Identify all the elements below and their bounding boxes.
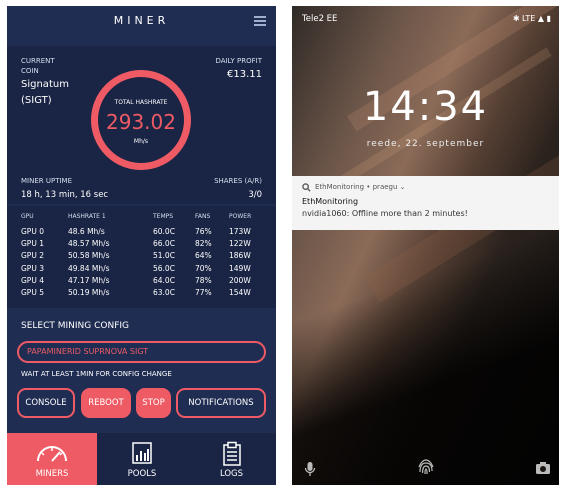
clipboard-icon — [222, 441, 241, 466]
total-hashrate-value: 293.02 — [106, 110, 176, 134]
gpu-power: 200W — [229, 275, 251, 285]
gpu-fan: 78% — [195, 275, 212, 285]
table-row: GPU 4 47.17 Mh/s 64.0C 78% 200W — [21, 275, 257, 287]
gpu-name: GPU 4 — [21, 275, 44, 285]
bar-chart-icon — [132, 442, 152, 464]
hashrate-gauge: TOTAL HASHRATE 293.02 Mh/s — [91, 70, 191, 170]
camera-icon[interactable] — [535, 461, 551, 475]
gpu-hashrate: 48.57 Mh/s — [68, 239, 110, 249]
column-header-hashrate: HASHRATE 1 — [68, 213, 106, 220]
app-title: MINER — [113, 14, 170, 27]
current-coin-label-line2: COIN — [21, 67, 39, 75]
gpu-hashrate: 50.19 Mh/s — [68, 288, 110, 298]
nav-tab-miners[interactable]: MINERS — [7, 433, 97, 485]
gpu-name: GPU 3 — [21, 263, 44, 273]
gpu-fan: 76% — [195, 227, 212, 237]
notification-body: nvidia1060: Offline more than 2 minutes! — [302, 209, 468, 218]
gpu-temp: 64.0C — [153, 275, 175, 285]
table-header-row: GPU HASHRATE 1 TEMPS FANS POWER — [21, 213, 257, 226]
gpu-power: 149W — [229, 263, 251, 273]
gpu-name: GPU 1 — [21, 239, 44, 249]
notification-title: EthMonitoring — [302, 197, 359, 206]
gpu-fan: 77% — [195, 288, 212, 298]
gpu-temp: 56.0C — [153, 263, 175, 273]
gpu-stats-table: GPU HASHRATE 1 TEMPS FANS POWER GPU 0 48… — [7, 206, 276, 308]
mining-config-select[interactable]: PAPAMINERID SUPRNOVA SIGT — [17, 341, 266, 363]
gpu-temp: 51.0C — [153, 251, 175, 261]
nav-label-logs: LOGS — [219, 469, 244, 479]
coin-name: Signatum — [21, 79, 69, 90]
gpu-name: GPU 5 — [21, 288, 44, 298]
gpu-power: 173W — [229, 227, 251, 237]
carrier-name: Tele2 EE — [302, 14, 338, 24]
gpu-name: GPU 0 — [21, 227, 44, 237]
config-wait-note: WAIT AT LEAST 1MIN FOR CONFIG CHANGE — [21, 370, 172, 378]
microphone-icon[interactable] — [304, 461, 316, 477]
bottom-navigation: MINERS POOLS LOGS — [7, 433, 276, 485]
column-header-temps: TEMPS — [153, 213, 174, 220]
gpu-hashrate: 50.58 Mh/s — [68, 251, 110, 261]
nav-label-miners: MINERS — [35, 469, 69, 479]
gpu-temp: 60.0C — [153, 227, 175, 237]
daily-profit-value: €13.11 — [227, 69, 262, 80]
gpu-hashrate: 49.84 Mh/s — [68, 263, 110, 273]
total-hashrate-unit: Mh/s — [133, 138, 149, 145]
gpu-name: GPU 2 — [21, 251, 44, 261]
nav-tab-logs[interactable]: LOGS — [187, 433, 276, 485]
gpu-fan: 70% — [195, 263, 212, 273]
notification-card[interactable]: EthMonitoring • praegu ⌄ EthMonitoring n… — [292, 176, 559, 230]
select-config-label: SELECT MINING CONFIG — [21, 321, 130, 331]
coin-ticker: (SIGT) — [21, 95, 52, 106]
uptime-label: MINER UPTIME — [21, 177, 72, 185]
stats-panel: CURRENT COIN Signatum (SIGT) DAILY PROFI… — [7, 46, 276, 204]
gpu-power: 186W — [229, 251, 251, 261]
table-row: GPU 1 48.57 Mh/s 66.0C 82% 122W — [21, 238, 257, 250]
search-icon — [302, 183, 311, 192]
gauge-icon — [37, 446, 67, 462]
gpu-temp: 63.0C — [153, 288, 175, 298]
nav-tab-pools[interactable]: POOLS — [97, 433, 187, 485]
gpu-hashrate: 47.17 Mh/s — [68, 275, 110, 285]
table-row: GPU 0 48.6 Mh/s 60.0C 76% 173W — [21, 226, 257, 238]
daily-profit-label: DAILY PROFIT — [215, 57, 262, 65]
gpu-fan: 64% — [195, 251, 212, 261]
table-row: GPU 5 50.19 Mh/s 63.0C 77% 154W — [21, 287, 257, 299]
hamburger-menu-icon[interactable] — [254, 16, 266, 26]
miner-app-screen: MINER CURRENT COIN Signatum (SIGT) DAILY… — [7, 6, 276, 485]
uptime-value: 18 h, 13 min, 16 sec — [21, 190, 109, 200]
gpu-power: 122W — [229, 239, 251, 249]
lock-date: reede, 22. september — [366, 139, 485, 149]
shares-label: SHARES (A/R) — [214, 177, 262, 185]
nav-label-pools: POOLS — [127, 469, 157, 479]
gpu-hashrate: 48.6 Mh/s — [68, 227, 105, 237]
notification-app-row: EthMonitoring • praegu ⌄ — [315, 183, 406, 191]
status-bar-icons: ✱ LTE ▲ ▮ — [512, 14, 551, 23]
current-coin-label-line1: CURRENT — [21, 57, 55, 65]
gpu-fan: 82% — [195, 239, 212, 249]
shares-value: 3/0 — [248, 190, 262, 200]
notifications-button[interactable]: NOTIFICATIONS — [176, 388, 266, 418]
reboot-button[interactable]: REBOOT — [81, 388, 131, 418]
column-header-power: POWER — [229, 213, 252, 220]
total-hashrate-label: TOTAL HASHRATE — [114, 99, 168, 106]
table-row: GPU 3 49.84 Mh/s 56.0C 70% 149W — [21, 263, 257, 275]
lock-clock: 14:34 — [362, 84, 489, 130]
column-header-gpu: GPU — [21, 213, 34, 220]
column-header-fans: FANS — [195, 213, 211, 220]
lock-screen: Tele2 EE ✱ LTE ▲ ▮ 14:34 reede, 22. sept… — [292, 6, 559, 485]
gpu-power: 154W — [229, 288, 251, 298]
table-row: GPU 2 50.58 Mh/s 51.0C 64% 186W — [21, 250, 257, 262]
fingerprint-icon[interactable] — [416, 458, 436, 478]
console-button[interactable]: CONSOLE — [17, 388, 75, 418]
gpu-temp: 66.0C — [153, 239, 175, 249]
stop-button[interactable]: STOP — [136, 388, 171, 418]
